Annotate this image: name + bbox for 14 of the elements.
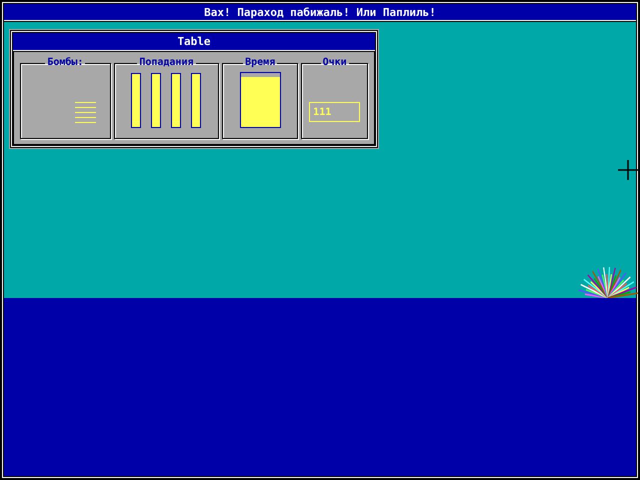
bomb-mark	[74, 106, 96, 108]
bomb-mark	[74, 116, 96, 118]
bombs-label: Бомбы:	[46, 58, 84, 68]
window-title: Вах! Параход пабижаль! Или Паплиль!	[4, 4, 636, 21]
score-value: 111	[309, 102, 360, 122]
hit-bar	[151, 72, 162, 128]
hit-bar	[171, 72, 182, 128]
table-title: Table	[13, 33, 375, 51]
time-meter	[240, 72, 281, 128]
hits-label: Попадания	[138, 58, 194, 68]
hit-bar	[131, 72, 142, 128]
hit-bar	[191, 72, 202, 128]
score-label: Очки	[322, 58, 348, 68]
time-label: Время	[244, 58, 276, 68]
